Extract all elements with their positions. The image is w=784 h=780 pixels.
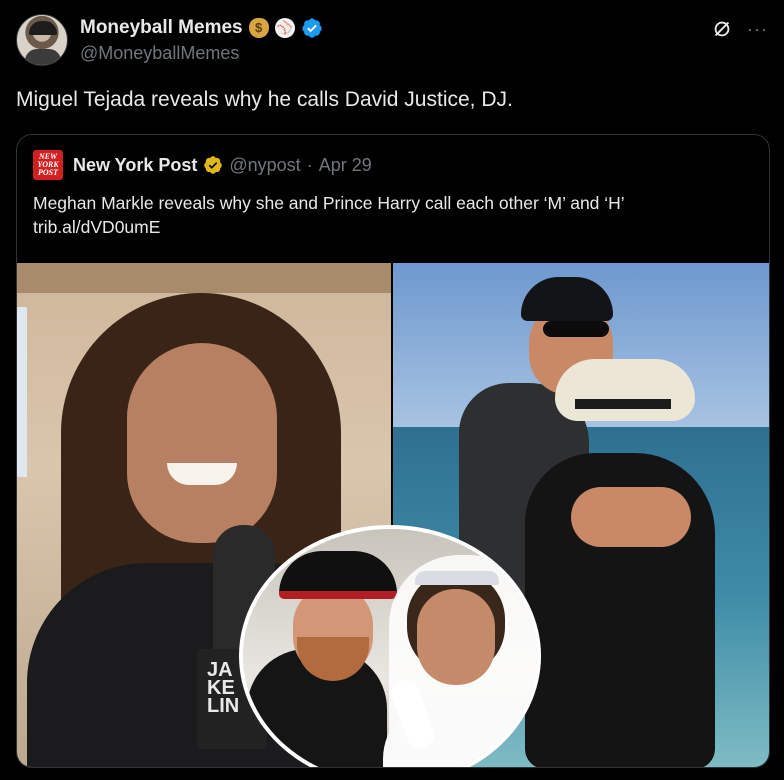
author-handle[interactable]: @MoneyballMemes (80, 43, 323, 64)
money-bag-icon: $ (248, 18, 269, 38)
quoted-tweet-header: NEW YORK POST New York Post @nypost · Ap… (33, 150, 372, 180)
bride-face (417, 589, 495, 685)
sunglasses (543, 321, 609, 337)
woman-smile (167, 463, 237, 485)
hat-band (575, 399, 671, 409)
header-actions: ··· (711, 18, 768, 40)
display-name-row: Moneyball Memes $ ⚾ (80, 16, 323, 40)
sun-hat (555, 359, 695, 421)
wall-sign (17, 307, 27, 477)
shelf (17, 263, 391, 293)
wedding-inset-photo (239, 525, 541, 767)
mic-tag-text: JA KE LIN (207, 659, 240, 717)
woman-face (127, 343, 277, 543)
quoted-date[interactable]: Apr 29 (319, 155, 372, 176)
display-name[interactable]: Moneyball Memes (80, 17, 243, 39)
baseball-icon: ⚾ (274, 18, 295, 38)
quoted-display-name[interactable]: New York Post (73, 155, 197, 176)
quoted-media-image[interactable]: JA KE LIN (17, 263, 769, 767)
more-options-icon[interactable]: ··· (747, 18, 768, 40)
quoted-text-block: Meghan Markle reveals why she and Prince… (33, 191, 753, 239)
nyp-logo-text: NEW YORK POST (37, 152, 59, 177)
new-york-post-logo-icon[interactable]: NEW YORK POST (33, 150, 63, 180)
quoted-link[interactable]: trib.al/dVD0umE (33, 215, 753, 239)
avatar[interactable] (16, 14, 68, 66)
groom-cap (279, 551, 397, 599)
quoted-handle[interactable]: @nypost (229, 155, 300, 176)
tweet-header: Moneyball Memes $ ⚾ @MoneyballMemes ··· (16, 14, 768, 70)
grok-icon[interactable] (711, 18, 733, 40)
gold-verified-badge-icon[interactable] (203, 155, 223, 175)
quoted-separator: · (306, 154, 313, 175)
quoted-text: Meghan Markle reveals why she and Prince… (33, 193, 625, 213)
tiara (415, 571, 499, 585)
avatar-body (25, 49, 61, 65)
verified-badge-icon[interactable] (301, 17, 323, 39)
quoted-tweet[interactable]: NEW YORK POST New York Post @nypost · Ap… (16, 134, 770, 768)
tweet-text: Miguel Tejada reveals why he calls David… (16, 88, 513, 111)
author-names: Moneyball Memes $ ⚾ @MoneyballMemes (80, 16, 323, 64)
embracing-arms (571, 487, 691, 547)
avatar-cap (29, 21, 57, 35)
